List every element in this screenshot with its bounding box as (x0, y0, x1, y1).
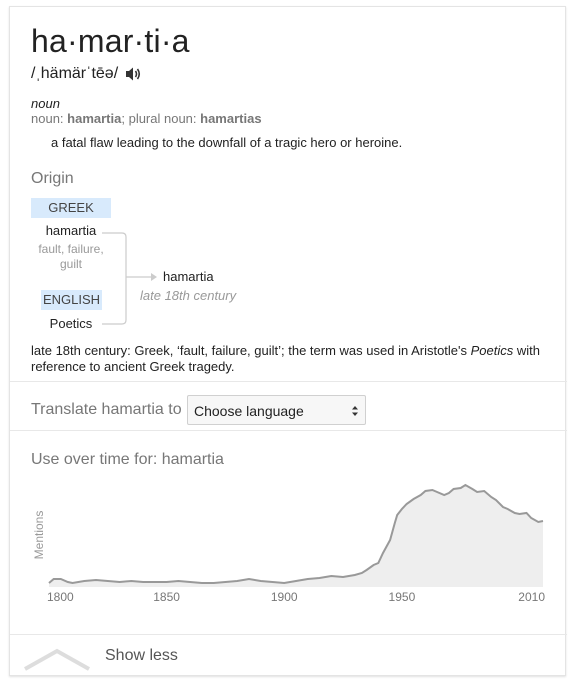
greek-gloss: fault, failure, guilt (21, 242, 121, 272)
x-tick-label: 1900 (271, 590, 298, 604)
show-less-label: Show less (105, 647, 178, 664)
origin-text-italic: Poetics (470, 343, 514, 358)
translate-label: Translate hamartia to (31, 401, 182, 418)
greek-language-badge: GREEK (31, 198, 111, 218)
origin-description: late 18th century: Greek, ‘fault, failur… (31, 343, 551, 375)
dictionary-card: ha·mar·ti·a /ˌhämärˈtēə/ noun noun: hama… (9, 6, 567, 677)
chart-ylabel: Mentions (32, 511, 46, 560)
divider (10, 430, 567, 431)
english-word: Poetics (49, 316, 93, 331)
x-tick-label: 1850 (153, 590, 180, 604)
usage-title: Use over time for: hamartia (31, 451, 224, 468)
greek-gloss-line1: fault, failure, (38, 242, 104, 256)
etymology-connector (102, 232, 157, 325)
usage-area (49, 485, 543, 585)
language-select-value: Choose language (194, 403, 304, 419)
x-tick-label: 1950 (389, 590, 416, 604)
show-less-button[interactable]: Show less (10, 635, 567, 677)
etymology-result-word: hamartia (163, 269, 214, 284)
x-tick-label: 2010 (518, 590, 545, 604)
select-arrows-icon (352, 406, 358, 416)
usage-chart: Mentions 1800 1850 1900 1950 2010 (32, 483, 545, 604)
chevron-up-icon (24, 648, 90, 671)
greek-gloss-line2: guilt (59, 257, 82, 271)
etymology-result-date: late 18th century (140, 288, 237, 303)
english-language-badge: ENGLISH (41, 290, 102, 310)
divider (10, 381, 567, 382)
x-tick-label: 1800 (47, 590, 74, 604)
origin-text-before: late 18th century: Greek, ‘fault, failur… (31, 343, 471, 358)
greek-word: hamartia (45, 223, 97, 238)
language-select[interactable]: Choose language (187, 395, 366, 425)
